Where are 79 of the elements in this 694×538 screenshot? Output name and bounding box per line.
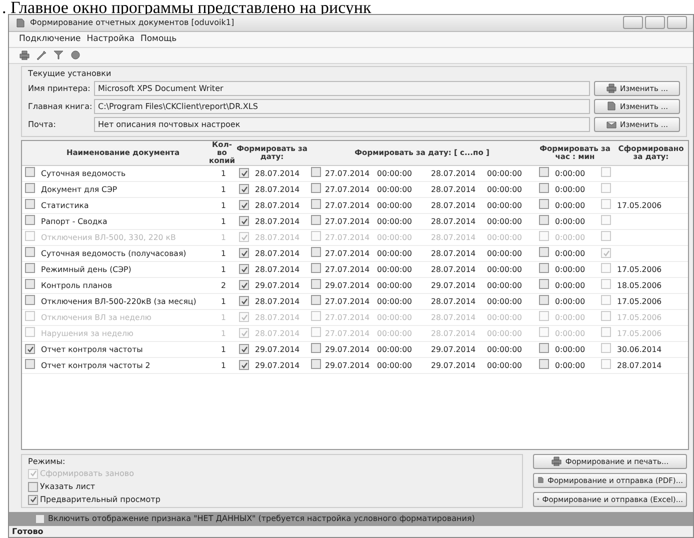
checkbox[interactable] [539,183,549,194]
checkbox[interactable] [311,295,321,306]
checkbox[interactable] [239,216,249,226]
checkbox[interactable] [25,295,35,306]
checkbox[interactable] [239,168,249,178]
printer-icon [19,50,30,60]
checkbox[interactable] [239,264,249,274]
app-icon [15,18,26,28]
checkbox[interactable] [601,183,611,194]
checkbox[interactable] [601,263,611,274]
checkbox[interactable] [311,167,321,178]
checkbox[interactable] [539,167,549,178]
checkbox[interactable] [601,199,611,210]
checkbox[interactable] [601,215,611,226]
group-title: Текущие установки [28,68,112,78]
minimize-button[interactable] [623,16,643,30]
option-label: Указать лист [40,482,96,492]
option-label: Сформировать заново [40,469,134,478]
checkbox[interactable] [25,183,35,194]
checkbox[interactable] [601,167,611,178]
checkbox[interactable] [539,215,549,226]
checkbox[interactable] [539,343,549,354]
menu-item[interactable]: Помощь [140,34,177,44]
window-title: Формирование отчетных документов [oduvoik1] [30,18,234,28]
checkbox[interactable] [25,247,35,258]
checkbox[interactable] [239,248,249,258]
printer-icon [606,83,617,94]
menu-item[interactable]: Настройка [86,34,134,44]
checkbox[interactable] [35,514,45,524]
option-label: Включить отображение признака "НЕТ ДАННЫХ" (требуется настройка условного форматирования) [48,514,475,524]
field-label: Главная книга: [28,102,90,111]
printer-icon [551,456,562,466]
maximize-button[interactable] [645,16,665,30]
checkbox[interactable] [28,494,38,505]
checkbox[interactable] [601,279,611,290]
checkbox[interactable] [25,215,35,226]
checkbox[interactable] [539,295,549,306]
checkbox[interactable] [239,344,249,354]
field-label: Почта: [28,120,57,129]
checkbox[interactable] [311,279,321,290]
checkbox[interactable] [25,279,35,290]
checkbox[interactable] [25,263,35,274]
checkbox[interactable] [311,343,321,354]
checkbox[interactable] [539,279,549,290]
checkbox[interactable] [539,263,549,274]
checkbox[interactable] [539,199,549,210]
field-label: Имя принтера: [28,84,90,93]
group-title: Режимы: [28,456,66,466]
checkbox[interactable] [25,199,35,210]
option-label: Предварительный просмотр [40,495,160,504]
checkbox[interactable] [311,215,321,226]
checkbox[interactable] [311,359,321,370]
checkbox[interactable] [601,248,611,258]
input-field[interactable]: Нет описания почтовых настроек [94,116,590,132]
checkbox[interactable] [539,359,549,370]
checkbox[interactable] [601,343,611,354]
checkbox[interactable] [25,359,35,370]
close-button[interactable] [667,16,687,30]
checkbox[interactable] [25,167,35,178]
checkbox[interactable] [601,295,611,306]
checkbox[interactable] [601,359,611,370]
checkbox[interactable] [311,183,321,194]
envelope-icon [606,119,617,130]
checkbox[interactable] [539,247,549,258]
checkbox[interactable] [239,360,249,370]
funnel-icon [53,50,64,60]
checkbox[interactable] [239,280,249,290]
checkbox[interactable] [311,247,321,258]
checkbox[interactable] [239,200,249,210]
input-field[interactable]: C:\Program Files\CKClient\report\DR.XLS [94,98,590,114]
status-text: Готово [12,526,44,536]
menu-item[interactable]: Подключение [19,34,81,44]
checkbox[interactable] [28,482,38,492]
checkbox[interactable] [239,296,249,306]
input-field[interactable]: Microsoft XPS Document Writer [94,80,590,96]
checkbox[interactable] [311,263,321,274]
checkbox[interactable] [239,184,249,194]
checkbox[interactable] [311,199,321,210]
checkbox[interactable] [25,344,35,354]
